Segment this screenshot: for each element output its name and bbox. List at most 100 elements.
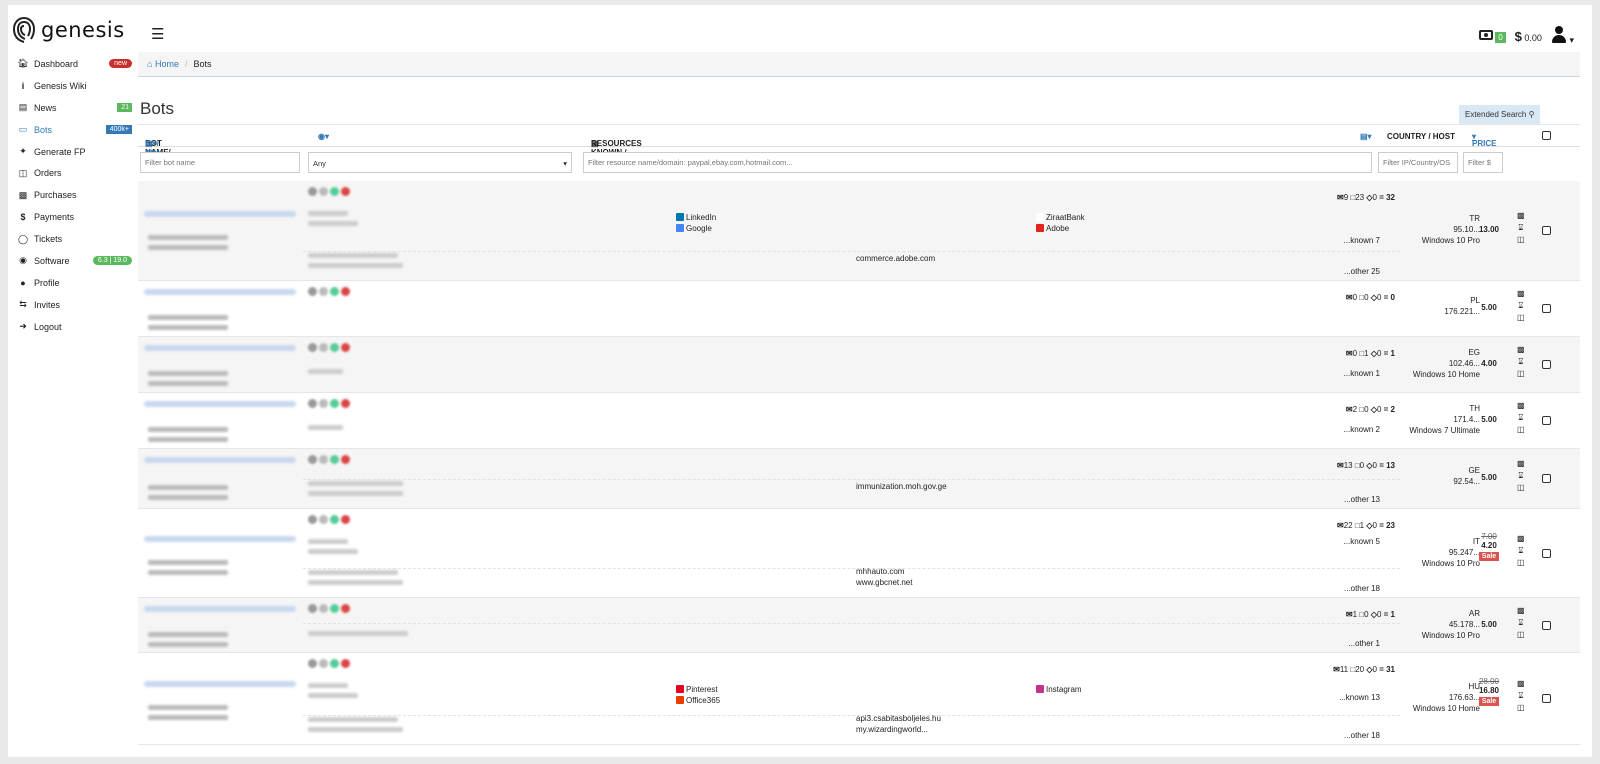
table-row[interactable]: ✉1 □0 ◇0 = 1 ...other 1 AR 45.178... Windows… — [138, 598, 1580, 653]
table-row[interactable]: ✉2 □0 ◇0 = 2 ...known 2 TH 171.4... Windows … — [138, 393, 1580, 449]
buy-money-icon[interactable]: ▩ — [1517, 345, 1525, 355]
hourglass-icon[interactable]: ⌛︎ — [1518, 618, 1523, 628]
row-checkbox[interactable] — [1542, 694, 1551, 703]
fingerprint-sort-icon[interactable]: ◉▾ — [318, 132, 329, 141]
hourglass-icon[interactable]: ⌛︎ — [1518, 471, 1523, 481]
known-resource[interactable]: Adobe — [1036, 224, 1069, 233]
bot-name-link[interactable] — [144, 345, 296, 351]
hourglass-icon[interactable]: ⌛︎ — [1518, 357, 1523, 367]
bot-name-link[interactable] — [144, 606, 296, 612]
extended-search-button[interactable]: Extended Search ⚲ — [1459, 105, 1541, 124]
buy-money-icon[interactable]: ▩ — [1517, 289, 1525, 299]
table-row[interactable]: ✉0 □1 ◇0 = 1 ...known 1 EG 102.46... Windows… — [138, 337, 1580, 393]
hourglass-icon[interactable]: ⌛︎ — [1518, 413, 1523, 423]
price-sort-header[interactable]: PRICE ▾ — [1472, 132, 1496, 148]
table-row[interactable]: ✉11 □20 ◇0 = 31 Pinterest Office365 Instagr… — [138, 653, 1580, 745]
known-more-link[interactable]: ...known 13 — [1339, 693, 1380, 702]
brand-logo[interactable]: genesis — [12, 16, 125, 44]
row-checkbox[interactable] — [1542, 226, 1551, 235]
sidebar-item-generate-fp[interactable]: ✦ Generate FP — [8, 141, 132, 163]
sidebar-item-bots[interactable]: ▭ Bots 400k+ — [8, 119, 132, 141]
known-resource[interactable]: Google — [676, 224, 712, 233]
bot-name-link[interactable] — [144, 289, 296, 295]
hourglass-icon[interactable]: ⌛︎ — [1518, 691, 1523, 701]
basket-icon[interactable]: ◫ — [1517, 369, 1525, 379]
sidebar-item-genesis-wiki[interactable]: i Genesis Wiki — [8, 75, 132, 97]
resources-sort-icon[interactable]: ▤▾ — [1360, 132, 1372, 141]
other-more-link[interactable]: ...other 18 — [1344, 584, 1380, 593]
balance-display[interactable]: $ 0.00 — [1515, 29, 1542, 44]
bot-name-filter-input[interactable] — [140, 152, 300, 173]
buy-money-icon[interactable]: ▩ — [1517, 211, 1525, 221]
basket-icon[interactable]: ◫ — [1517, 630, 1525, 640]
ip-country-filter-input[interactable] — [1378, 152, 1458, 173]
other-more-link[interactable]: ...other 13 — [1344, 495, 1380, 504]
row-checkbox[interactable] — [1542, 620, 1551, 630]
buy-money-icon[interactable]: ▩ — [1517, 679, 1525, 689]
basket-icon[interactable]: ◫ — [1517, 235, 1525, 245]
row-checkbox[interactable] — [1542, 474, 1551, 483]
known-more-link[interactable]: ...known 5 — [1344, 537, 1380, 546]
other-more-link[interactable]: ...other 1 — [1348, 639, 1380, 648]
buy-money-icon[interactable]: ▩ — [1517, 606, 1525, 616]
sidebar-item-orders[interactable]: ◫ Orders — [8, 162, 132, 184]
other-resource[interactable]: commerce.adobe.com — [856, 254, 935, 263]
table-row[interactable]: ✉0 □0 ◇0 = 0 PL 176.221... 5.00 ▩ ⌛︎ ◫ — [138, 281, 1580, 337]
other-more-link[interactable]: ...other 25 — [1344, 267, 1380, 276]
table-row[interactable]: ✉22 □1 ◇0 = 23 ...known 5 ...other 18 mhhau… — [138, 509, 1580, 598]
known-more-link[interactable]: ...known 1 — [1344, 369, 1380, 378]
row-checkbox[interactable] — [1542, 304, 1551, 313]
bot-name-link[interactable] — [144, 211, 296, 217]
sidebar-item-invites[interactable]: ⇆ Invites — [8, 294, 132, 316]
other-resource[interactable]: immunization.moh.gov.ge — [856, 482, 947, 491]
sidebar-item-dashboard[interactable]: 🏠︎ Dashboard new — [8, 53, 132, 75]
breadcrumb-home-link[interactable]: ⌂ Home — [147, 59, 179, 69]
hourglass-icon[interactable]: ⌛︎ — [1518, 546, 1523, 556]
bot-name-link[interactable] — [144, 401, 296, 407]
sidebar-item-news[interactable]: ▤ News 21 — [8, 97, 132, 119]
buy-money-icon[interactable]: ▩ — [1517, 401, 1525, 411]
sidebar-item-purchases[interactable]: ▩ Purchases — [8, 184, 132, 206]
sidebar-item-tickets[interactable]: ◯ Tickets — [8, 228, 132, 250]
sidebar-item-software[interactable]: ◉ Software 6.3 | 19.0 — [8, 250, 132, 272]
price-filter-input[interactable] — [1463, 152, 1503, 173]
table-row[interactable]: ✉13 □0 ◇0 = 13 ...other 13 immunization.mo… — [138, 449, 1580, 509]
bot-name-link[interactable] — [144, 681, 296, 687]
hourglass-icon[interactable]: ⌛︎ — [1518, 301, 1523, 311]
basket-icon[interactable]: ◫ — [1517, 703, 1525, 713]
other-resource[interactable]: mhhauto.com — [856, 567, 904, 576]
known-resource[interactable]: LinkedIn — [676, 213, 716, 222]
buy-money-icon[interactable]: ▩ — [1517, 459, 1525, 469]
row-checkbox[interactable] — [1542, 360, 1551, 369]
resource-filter-input[interactable] — [583, 152, 1372, 173]
known-more-link[interactable]: ...known 2 — [1344, 425, 1380, 434]
hourglass-icon[interactable]: ⌛︎ — [1518, 223, 1523, 233]
sidebar-item-payments[interactable]: $ Payments — [8, 206, 132, 228]
cash-button[interactable]: 0 — [1479, 30, 1506, 43]
buy-money-icon[interactable]: ▩ — [1517, 534, 1525, 544]
select-all-checkbox[interactable] — [1542, 131, 1551, 140]
other-more-link[interactable]: ...other 18 — [1344, 731, 1380, 740]
user-menu-button[interactable]: ▾ — [1551, 26, 1574, 46]
known-resource[interactable]: Instagram — [1036, 685, 1082, 694]
basket-icon[interactable]: ◫ — [1517, 313, 1525, 323]
basket-icon[interactable]: ◫ — [1517, 483, 1525, 493]
other-resource[interactable]: www.gbcnet.net — [856, 578, 912, 587]
table-row[interactable]: ✉9 □23 ◇0 = 32 LinkedIn Google ZiraatBank Ad… — [138, 181, 1580, 281]
sidebar-item-profile[interactable]: ● Profile — [8, 272, 132, 294]
row-checkbox[interactable] — [1542, 416, 1551, 425]
known-resource[interactable]: Pinterest — [676, 685, 718, 694]
bot-name-link[interactable] — [144, 535, 296, 542]
other-resource[interactable]: api3.csabitasboljeles.hu — [856, 714, 941, 723]
sidebar-item-logout[interactable]: ➜ Logout — [8, 316, 132, 338]
bot-name-link[interactable] — [144, 457, 296, 463]
known-resource[interactable]: ZiraatBank — [1036, 213, 1085, 222]
known-resource[interactable]: Office365 — [676, 696, 720, 705]
basket-icon[interactable]: ◫ — [1517, 425, 1525, 435]
row-checkbox[interactable] — [1542, 548, 1551, 558]
other-resource[interactable]: my.wizardingworld... — [856, 725, 928, 734]
browser-filter-select[interactable]: Any ▾ — [308, 152, 572, 173]
menu-toggle-icon[interactable]: ☰ — [151, 25, 164, 43]
known-more-link[interactable]: ...known 7 — [1344, 236, 1380, 245]
basket-icon[interactable]: ◫ — [1517, 558, 1525, 568]
